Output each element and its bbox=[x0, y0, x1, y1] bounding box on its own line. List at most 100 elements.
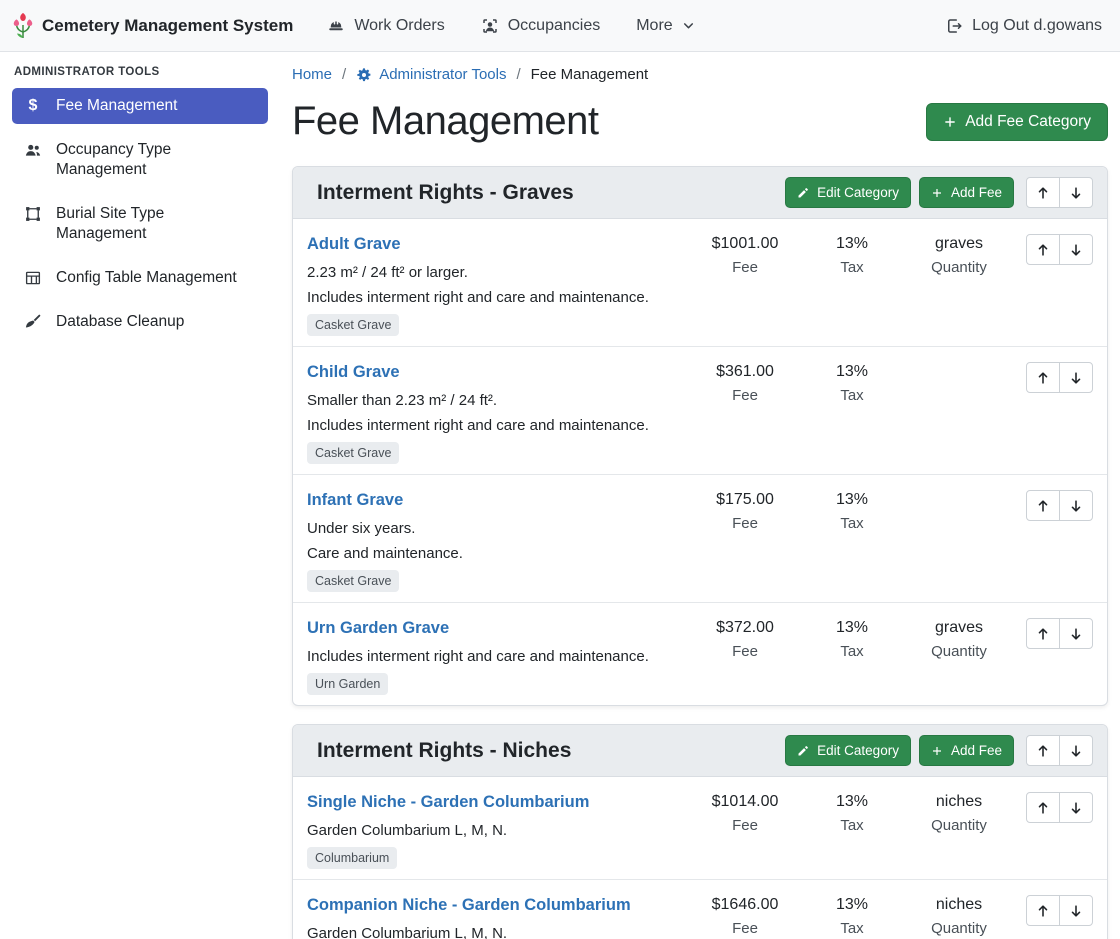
top-navbar: Cemetery Management System Work Orders O… bbox=[0, 0, 1120, 52]
fee-label: Fee bbox=[690, 387, 800, 404]
fee-name-link[interactable]: Child Grave bbox=[307, 363, 400, 382]
logout-link[interactable]: Log Out d.gowans bbox=[945, 17, 1102, 35]
nav-links: Work Orders Occupancies More bbox=[327, 17, 694, 35]
tax-column: 13% Tax bbox=[800, 234, 904, 276]
arrow-up-icon bbox=[1036, 371, 1050, 385]
move-fee-up-button[interactable] bbox=[1026, 792, 1060, 823]
fee-type-badge: Casket Grave bbox=[307, 570, 399, 592]
move-fee-down-button[interactable] bbox=[1059, 490, 1093, 521]
person-bounding-box-icon bbox=[481, 17, 499, 35]
add-fee-button[interactable]: Add Fee bbox=[919, 177, 1014, 208]
add-fee-label: Add Fee bbox=[951, 743, 1002, 758]
breadcrumb-admin-tools-link[interactable]: Administrator Tools bbox=[379, 66, 506, 83]
fee-name-link[interactable]: Urn Garden Grave bbox=[307, 619, 449, 638]
sidebar-item-occupancy-type-management[interactable]: Occupancy Type Management bbox=[12, 132, 268, 188]
edit-category-button[interactable]: Edit Category bbox=[785, 735, 911, 766]
move-fee-down-button[interactable] bbox=[1059, 895, 1093, 926]
fee-row: Child Grave Smaller than 2.23 m² / 24 ft… bbox=[293, 347, 1107, 475]
sidebar-heading: ADMINISTRATOR TOOLS bbox=[12, 66, 268, 88]
quantity-column bbox=[904, 490, 1014, 491]
quantity-column bbox=[904, 362, 1014, 363]
move-fee-up-button[interactable] bbox=[1026, 490, 1060, 521]
fee-amount-column: $361.00 Fee bbox=[690, 362, 800, 404]
arrow-up-icon bbox=[1036, 744, 1050, 758]
app-title: Cemetery Management System bbox=[42, 16, 293, 36]
hard-hat-icon bbox=[327, 17, 345, 35]
tax-column: 13% Tax bbox=[800, 895, 904, 937]
plus-icon bbox=[943, 115, 957, 129]
fee-row: Adult Grave 2.23 m² / 24 ft² or larger. … bbox=[293, 219, 1107, 347]
fee-label: Fee bbox=[690, 259, 800, 276]
tax-value: 13% bbox=[800, 793, 904, 811]
fee-name-link[interactable]: Companion Niche - Garden Columbarium bbox=[307, 896, 631, 915]
sidebar-item-fee-management[interactable]: $ Fee Management bbox=[12, 88, 268, 124]
arrow-up-icon bbox=[1036, 499, 1050, 513]
add-fee-category-label: Add Fee Category bbox=[965, 113, 1091, 131]
pencil-icon bbox=[797, 745, 809, 757]
sidebar-item-label: Config Table Management bbox=[56, 268, 237, 288]
nav-more[interactable]: More bbox=[636, 17, 694, 35]
sidebar-item-label: Database Cleanup bbox=[56, 312, 184, 332]
nav-work-orders[interactable]: Work Orders bbox=[327, 17, 444, 35]
fee-type-badge: Casket Grave bbox=[307, 314, 399, 336]
tax-value: 13% bbox=[800, 896, 904, 914]
fee-name-link[interactable]: Single Niche - Garden Columbarium bbox=[307, 793, 589, 812]
edit-category-label: Edit Category bbox=[817, 185, 899, 200]
arrow-down-icon bbox=[1069, 186, 1083, 200]
quantity-value: niches bbox=[904, 896, 1014, 914]
arrow-up-icon bbox=[1036, 904, 1050, 918]
add-fee-category-button[interactable]: Add Fee Category bbox=[926, 103, 1108, 141]
move-fee-up-button[interactable] bbox=[1026, 618, 1060, 649]
move-fee-down-button[interactable] bbox=[1059, 234, 1093, 265]
fee-amount-column: $372.00 Fee bbox=[690, 618, 800, 660]
fee-label: Fee bbox=[690, 643, 800, 660]
fee-description: Includes interment right and care and ma… bbox=[307, 648, 690, 665]
tax-label: Tax bbox=[800, 817, 904, 834]
quantity-label: Quantity bbox=[904, 259, 1014, 276]
tax-label: Tax bbox=[800, 515, 904, 532]
sidebar-item-burial-site-type-management[interactable]: Burial Site Type Management bbox=[12, 196, 268, 252]
nav-occupancies-label: Occupancies bbox=[508, 17, 601, 35]
sidebar-item-config-table-management[interactable]: Config Table Management bbox=[12, 260, 268, 296]
tax-label: Tax bbox=[800, 387, 904, 404]
sidebar-item-label: Burial Site Type Management bbox=[56, 204, 258, 244]
move-fee-down-button[interactable] bbox=[1059, 792, 1093, 823]
broom-icon bbox=[22, 313, 44, 331]
nav-occupancies[interactable]: Occupancies bbox=[481, 17, 601, 35]
add-fee-button[interactable]: Add Fee bbox=[919, 735, 1014, 766]
move-fee-down-button[interactable] bbox=[1059, 362, 1093, 393]
fee-name-link[interactable]: Adult Grave bbox=[307, 235, 401, 254]
move-fee-down-button[interactable] bbox=[1059, 618, 1093, 649]
arrow-down-icon bbox=[1069, 243, 1083, 257]
tax-column: 13% Tax bbox=[800, 490, 904, 532]
fee-name-link[interactable]: Infant Grave bbox=[307, 491, 403, 510]
fee-amount: $1646.00 bbox=[690, 896, 800, 914]
fee-type-badge: Columbarium bbox=[307, 847, 397, 869]
move-category-down-button[interactable] bbox=[1059, 177, 1093, 208]
move-fee-up-button[interactable] bbox=[1026, 362, 1060, 393]
main-content: Home / Administrator Tools / Fee Managem… bbox=[280, 52, 1120, 939]
breadcrumb-home-link[interactable]: Home bbox=[292, 66, 332, 83]
move-category-up-button[interactable] bbox=[1026, 735, 1060, 766]
plus-icon bbox=[931, 187, 943, 199]
fee-row: Companion Niche - Garden Columbarium Gar… bbox=[293, 880, 1107, 939]
move-category-up-button[interactable] bbox=[1026, 177, 1060, 208]
arrow-up-icon bbox=[1036, 186, 1050, 200]
sidebar-item-database-cleanup[interactable]: Database Cleanup bbox=[12, 304, 268, 340]
arrow-down-icon bbox=[1069, 499, 1083, 513]
arrow-up-icon bbox=[1036, 243, 1050, 257]
dollar-icon: $ bbox=[22, 97, 44, 115]
users-icon bbox=[22, 141, 44, 159]
table-icon bbox=[22, 269, 44, 287]
quantity-label: Quantity bbox=[904, 643, 1014, 660]
page-title: Fee Management bbox=[292, 99, 599, 144]
sidebar-item-label: Occupancy Type Management bbox=[56, 140, 258, 180]
edit-category-button[interactable]: Edit Category bbox=[785, 177, 911, 208]
move-fee-up-button[interactable] bbox=[1026, 895, 1060, 926]
quantity-value: niches bbox=[904, 793, 1014, 811]
move-category-down-button[interactable] bbox=[1059, 735, 1093, 766]
move-fee-up-button[interactable] bbox=[1026, 234, 1060, 265]
quantity-column: graves Quantity bbox=[904, 234, 1014, 276]
quantity-value: graves bbox=[904, 235, 1014, 253]
arrow-up-icon bbox=[1036, 627, 1050, 641]
